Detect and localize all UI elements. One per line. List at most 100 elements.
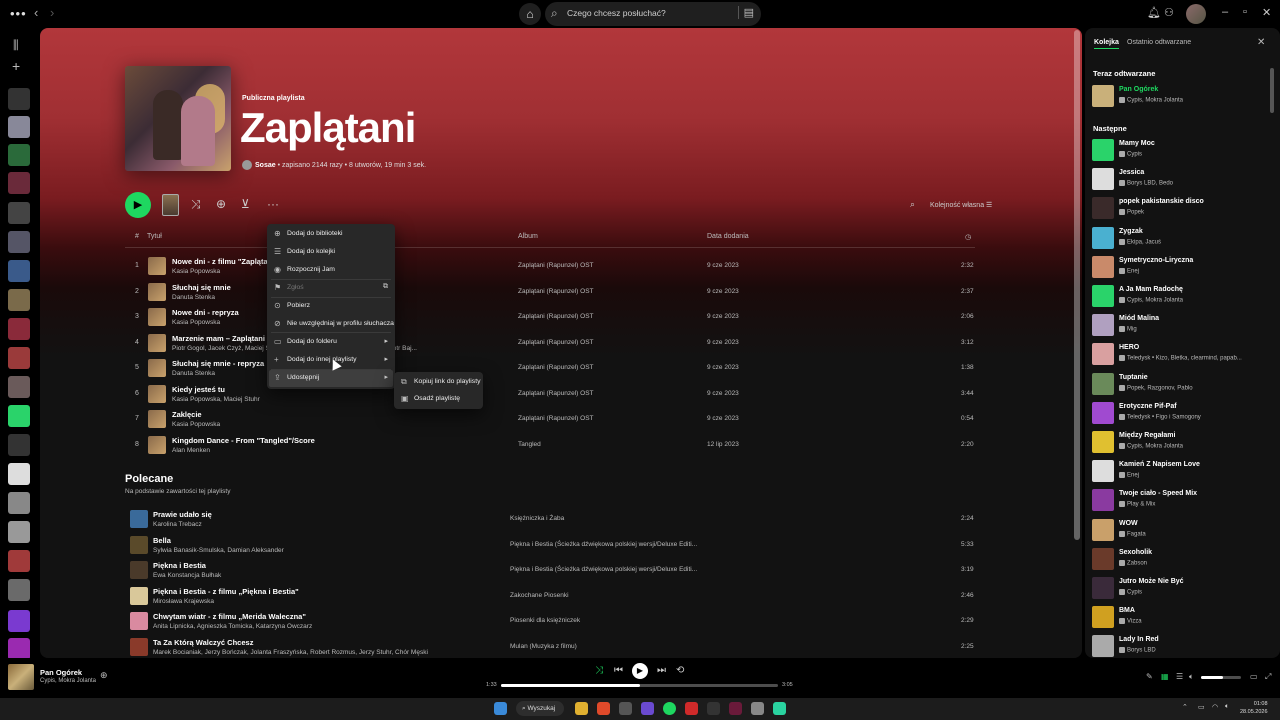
track-title[interactable]: Nowe dni - repryza (172, 308, 239, 317)
library-item[interactable] (8, 434, 30, 456)
download-icon[interactable]: ⊻ (241, 197, 250, 211)
library-item[interactable] (8, 318, 30, 340)
app-icon[interactable] (641, 702, 654, 715)
track-album[interactable]: Zaplątani (Rapunzel) OST (518, 415, 594, 422)
track-album[interactable]: Tangled (518, 441, 541, 448)
settings-icon[interactable] (751, 702, 764, 715)
queue-item[interactable]: popek pakistanskie disco Popek (1092, 196, 1277, 221)
recommended-row[interactable]: Bella Sylwia Banasik-Smulska, Damian Alek… (125, 533, 975, 558)
track-artist[interactable]: Kasia Popowska (172, 319, 220, 326)
browse-icon[interactable]: ▤ (737, 6, 754, 19)
track-album[interactable]: Zaplątani (Rapunzel) OST (518, 262, 594, 269)
library-item[interactable] (8, 579, 30, 601)
track-album[interactable]: Zaplątani (Rapunzel) OST (518, 390, 594, 397)
table-row[interactable]: 5 Słuchaj się mnie - repryza Danuta Stenka… (125, 356, 975, 381)
tray-chevron-icon[interactable]: ⌃ (1182, 703, 1188, 711)
track-artist[interactable]: Marek Bocianiak, Jerzy Bończak, Jolanta … (153, 649, 428, 656)
close-icon[interactable]: ✕ (1257, 37, 1265, 48)
recommended-row[interactable]: Piękna i Bestia - z filmu „Piękna i Best… (125, 584, 975, 609)
more-options-icon[interactable]: ··· (267, 197, 279, 211)
avatar[interactable] (1186, 4, 1206, 24)
start-icon[interactable] (494, 702, 507, 715)
miniplayer-icon[interactable]: ▭ (1250, 672, 1258, 681)
library-item[interactable] (8, 376, 30, 398)
repeat-icon[interactable]: ⟲ (676, 665, 684, 676)
friends-icon[interactable]: ⚇ (1164, 6, 1174, 19)
track-title[interactable]: Kingdom Dance - From "Tangled"/Score (172, 436, 315, 445)
scrollbar[interactable] (1074, 30, 1080, 540)
library-item[interactable] (8, 172, 30, 194)
bell-icon[interactable]: 🔔︎ (1147, 6, 1161, 19)
library-item[interactable] (8, 144, 30, 166)
track-artist[interactable]: Karolina Trebacz (153, 521, 202, 528)
track-title[interactable]: Bella (153, 536, 171, 545)
library-item[interactable] (8, 405, 30, 427)
play-pause-button[interactable]: ▶ (632, 663, 648, 679)
recommended-row[interactable]: Chwytam wiatr - z filmu „Merida Waleczna… (125, 609, 975, 634)
sort-button[interactable]: Kolejność własna ☰ (930, 201, 992, 209)
queue-item[interactable]: Sexoholik Zabson (1092, 547, 1277, 572)
track-album[interactable]: Piosenki dla księżniczek (510, 617, 580, 624)
minimize-icon[interactable]: – (1222, 6, 1228, 18)
app-icon[interactable] (707, 702, 720, 715)
track-artist[interactable]: Kasia Popowska, Maciej Stuhr (172, 396, 260, 403)
preview-thumbnail[interactable] (162, 194, 179, 216)
table-row[interactable]: 1 Nowe dni - z filmu "Zaplątani" Kasia Pop… (125, 254, 975, 279)
col-date[interactable]: Data dodania (707, 233, 749, 240)
track-artist[interactable]: Anita Lipnicka, Agnieszka Tomicka, Katar… (153, 623, 312, 630)
table-row[interactable]: 4 Marzenie mam – Zaplątani Piotr Gogol, Ja… (125, 331, 975, 356)
search-input[interactable]: ⌕ Czego chcesz posłuchać? ▤ (545, 2, 761, 26)
library-item[interactable] (8, 521, 30, 543)
volume-slider[interactable] (1201, 676, 1241, 679)
play-button[interactable]: ▶ (125, 192, 151, 218)
now-playing-view-icon[interactable]: ▦ (1161, 672, 1169, 681)
owner-link[interactable]: Sosae (255, 162, 276, 169)
recommended-row[interactable]: Prawie udało się Karolina Trebacz Księżnic… (125, 507, 975, 532)
track-title[interactable]: Zaklęcie (172, 410, 202, 419)
queue-item[interactable]: Tuptanie Popek, Razgonov, Pablo (1092, 372, 1277, 397)
queue-item[interactable]: Erotyczne Pif-Paf Teledysk • Figo i Samog… (1092, 401, 1277, 426)
queue-now-playing[interactable]: Pan Ogórek Cypis, Mokra Jolanta (1092, 84, 1277, 109)
table-row[interactable]: 3 Nowe dni - repryza Kasia Popowska Zapląta… (125, 305, 975, 330)
library-item[interactable] (8, 260, 30, 282)
library-item[interactable] (8, 492, 30, 514)
table-row[interactable]: 2 Słuchaj się mnie Danuta Stenka Zaplątani … (125, 280, 975, 305)
track-title[interactable]: Kiedy jesteś tu (172, 385, 225, 394)
track-title[interactable]: Piękna i Bestia - z filmu „Piękna i Best… (153, 587, 299, 596)
queue-item[interactable]: Między Regałami Cypis, Mokra Jolanta (1092, 430, 1277, 455)
library-item[interactable] (8, 638, 30, 660)
track-artist[interactable]: Danuta Stenka (172, 294, 215, 301)
library-item[interactable] (8, 88, 30, 110)
submenu-item[interactable]: ▣ Osadź playlistę (396, 391, 481, 408)
queue-item[interactable]: Kamień Z Napisem Love Enej (1092, 459, 1277, 484)
search-in-playlist-icon[interactable]: ⌕ (910, 199, 915, 210)
maximize-icon[interactable]: ▫ (1243, 6, 1247, 18)
track-album[interactable]: Zaplątani (Rapunzel) OST (518, 364, 594, 371)
home-icon[interactable]: ⌂ (519, 3, 541, 25)
close-icon[interactable]: ✕ (1262, 6, 1271, 19)
clock[interactable]: 01:08 28.05.2026 (1240, 700, 1268, 716)
track-title[interactable]: Piękna i Bestia (153, 561, 206, 570)
track-album[interactable]: Piękna i Bestia (Ścieżka dźwiękowa polsk… (510, 566, 697, 573)
track-album[interactable]: Zakochane Piosenki (510, 592, 569, 599)
now-playing-artist[interactable]: Cypis, Mokra Jolanta (40, 678, 96, 684)
track-artist[interactable]: Kasia Popowska (172, 268, 220, 275)
tab-recent[interactable]: Ostatnio odtwarzane (1127, 39, 1191, 46)
queue-icon[interactable]: ☰ (1176, 672, 1183, 681)
track-title[interactable]: Chwytam wiatr - z filmu „Merida Waleczna… (153, 612, 306, 621)
track-artist[interactable]: Kasia Popowska (172, 421, 220, 428)
recommended-row[interactable]: Piękna i Bestia Ewa Konstancja Bułhak Pięk… (125, 558, 975, 583)
shuffle-icon[interactable]: ⤨ (191, 197, 201, 212)
now-playing-thumbnail[interactable] (8, 664, 34, 690)
folder-icon[interactable] (575, 702, 588, 715)
track-title[interactable]: Nowe dni - z filmu "Zaplątani" (172, 257, 278, 266)
library-item[interactable] (8, 463, 30, 485)
microphone-icon[interactable]: ✎ (1146, 672, 1153, 681)
now-playing-title[interactable]: Pan Ogórek (40, 668, 82, 677)
track-title[interactable]: Prawie udało się (153, 510, 212, 519)
app-icon[interactable] (685, 702, 698, 715)
track-artist[interactable]: Alan Menken (172, 447, 210, 454)
queue-item[interactable]: Jutro Może Nie Być Cypis (1092, 576, 1277, 601)
volume-icon[interactable]: 🔈︎ (1189, 672, 1194, 682)
queue-item[interactable]: HERO Teledysk • Kizo, Bletka, clearmind, … (1092, 342, 1277, 367)
